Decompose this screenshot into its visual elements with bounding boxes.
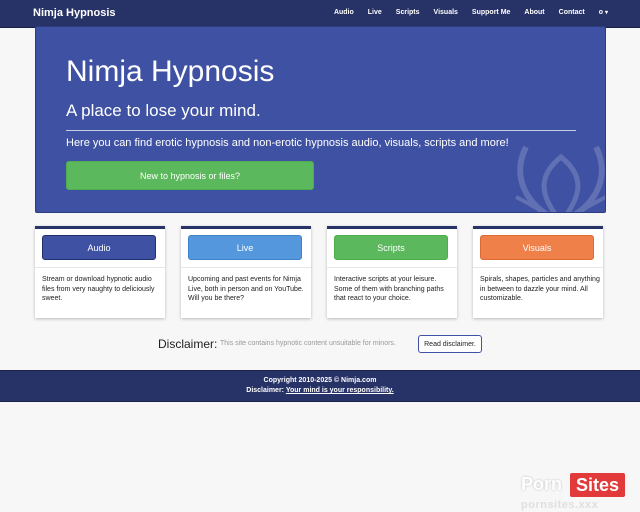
card-scripts-text: Interactive scripts at your leisure. Som… (334, 276, 444, 303)
audio-button[interactable]: Audio (42, 235, 156, 260)
user-menu-dropdown[interactable]: o ▾ (599, 9, 608, 16)
disclaimer-heading: Disclaimer: (158, 337, 218, 351)
hero-jumbotron: Nimja Hypnosis A place to lose your mind… (35, 26, 606, 213)
footer-disclaimer-line: Disclaimer: Your mind is your responsibi… (0, 387, 640, 394)
hero-divider (66, 130, 576, 131)
live-button[interactable]: Live (188, 235, 302, 260)
pornsites-watermark-logo: Porn Sites pornsites.xxx (518, 472, 632, 512)
disclaimer-text: This site contains hypnotic content unsu… (220, 340, 396, 347)
nav-contact[interactable]: Contact (559, 9, 585, 16)
footer-disclaimer-link[interactable]: Your mind is your responsibility. (286, 387, 394, 394)
hero-title: Nimja Hypnosis (66, 55, 275, 88)
nav-scripts[interactable]: Scripts (396, 9, 420, 16)
hero-tagline: A place to lose your mind. (66, 101, 261, 120)
watermark-sites-badge: Sites (570, 473, 626, 497)
card-divider (181, 267, 311, 268)
scripts-button[interactable]: Scripts (334, 235, 448, 260)
card-live-text: Upcoming and past events for Nimja Live,… (188, 276, 304, 303)
card-visuals: Visuals Spirals, shapes, particles and a… (473, 226, 603, 318)
card-divider (35, 267, 165, 268)
nav-support-me[interactable]: Support Me (472, 9, 511, 16)
top-navbar: Nimja Hypnosis Audio Live Scripts Visual… (0, 0, 640, 28)
card-audio: Audio Stream or download hypnotic audio … (35, 226, 165, 318)
nav-about[interactable]: About (524, 9, 544, 16)
nav-links: Audio Live Scripts Visuals Support Me Ab… (334, 9, 608, 16)
visuals-button[interactable]: Visuals (480, 235, 594, 260)
user-menu-label: o (598, 9, 603, 16)
watermark-domain-text: pornsites.xxx (521, 499, 599, 511)
hero-description: Here you can find erotic hypnosis and no… (66, 137, 509, 149)
nav-visuals[interactable]: Visuals (434, 9, 458, 16)
footer-copyright: Copyright 2010-2025 © Nimja.com (263, 377, 377, 384)
card-audio-text: Stream or download hypnotic audio files … (42, 276, 155, 303)
card-divider (327, 267, 457, 268)
card-scripts: Scripts Interactive scripts at your leis… (327, 226, 457, 318)
nav-live[interactable]: Live (368, 9, 382, 16)
brand-link[interactable]: Nimja Hypnosis (33, 7, 116, 19)
card-live: Live Upcoming and past events for Nimja … (181, 226, 311, 318)
watermark-porn-text: Porn (521, 474, 563, 494)
read-disclaimer-button[interactable]: Read disclaimer. (418, 335, 482, 353)
card-divider (473, 267, 603, 268)
decorative-swirl-logo-icon (515, 145, 605, 212)
caret-down-icon: ▾ (604, 10, 608, 16)
nav-audio[interactable]: Audio (334, 9, 354, 16)
footer: Copyright 2010-2025 © Nimja.com Disclaim… (0, 370, 640, 402)
new-to-hypnosis-button[interactable]: New to hypnosis or files? (66, 161, 314, 190)
footer-disclaimer-prefix: Disclaimer: (246, 387, 285, 394)
card-visuals-text: Spirals, shapes, particles and anything … (480, 276, 600, 303)
